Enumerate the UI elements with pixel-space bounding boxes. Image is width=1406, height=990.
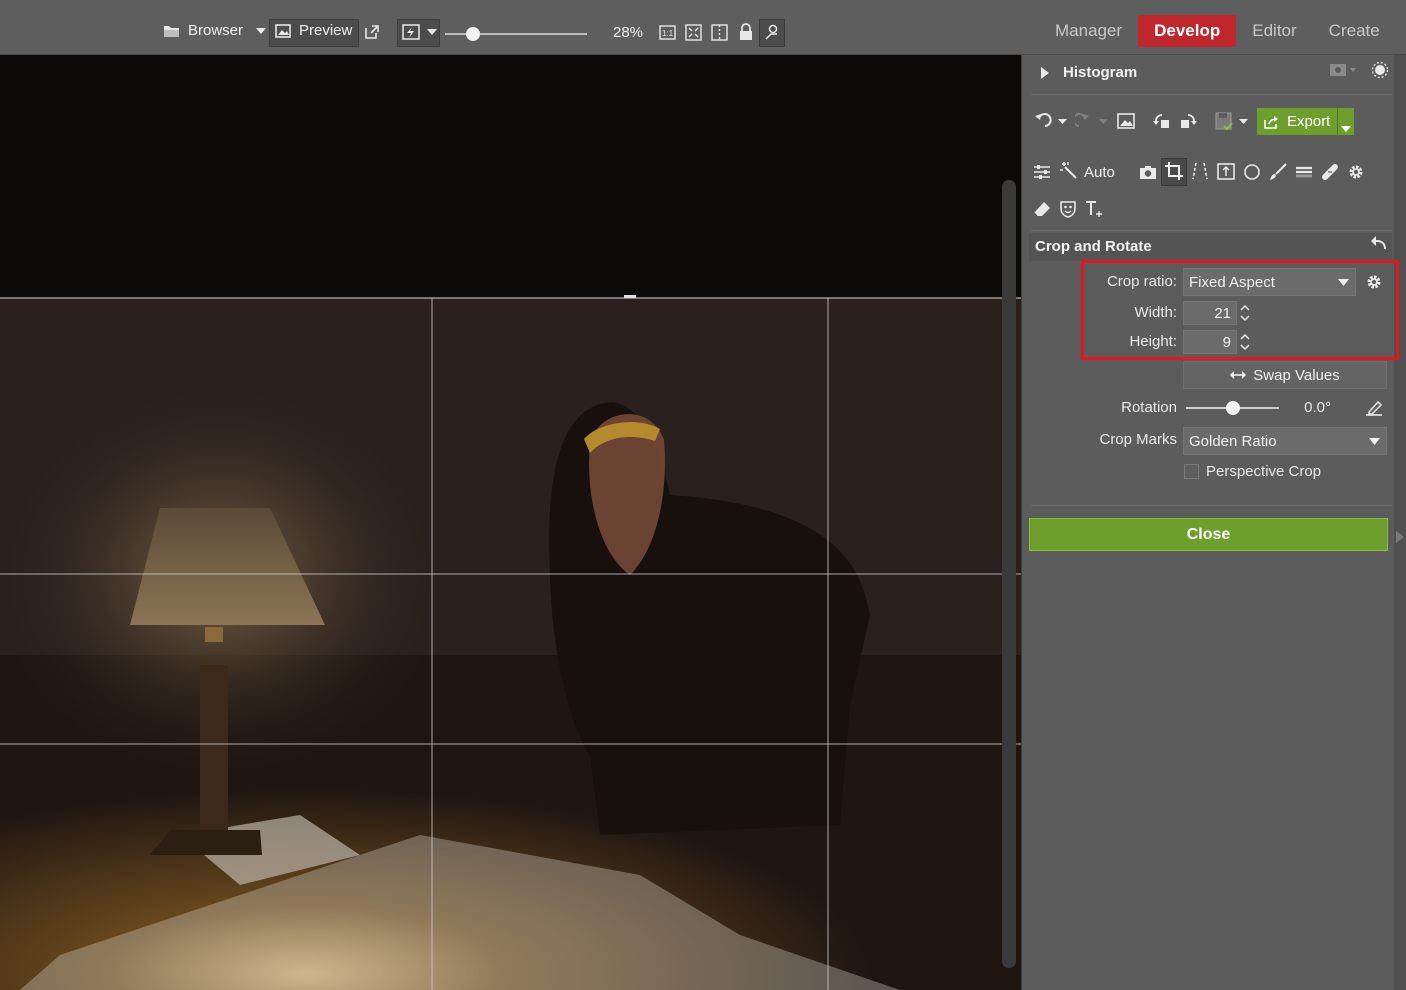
adjustments-icon[interactable] (1033, 164, 1051, 185)
crop-marks-select[interactable]: Golden Ratio (1183, 427, 1387, 455)
rotation-label: Rotation (1121, 399, 1177, 416)
export-button[interactable]: Export (1257, 108, 1354, 135)
photo-canvas (0, 55, 1021, 990)
chevron-down-icon (1369, 438, 1380, 445)
rotation-slider-handle[interactable] (1225, 401, 1240, 415)
divider (1031, 505, 1392, 506)
vertical-scrollbar[interactable] (1002, 180, 1016, 968)
histogram-title[interactable]: Histogram (1063, 64, 1137, 81)
export-label: Export (1287, 113, 1331, 130)
svg-text:1:1: 1:1 (662, 29, 674, 38)
bandage-icon[interactable] (1321, 163, 1339, 186)
fit-to-screen-icon[interactable] (685, 24, 702, 41)
flash-dropdown-icon[interactable] (427, 29, 437, 35)
flash-icon (402, 24, 420, 40)
divider (1031, 94, 1392, 95)
export-split-divider (1337, 108, 1338, 135)
camera-icon[interactable] (1139, 164, 1157, 185)
collapse-arrow-icon[interactable] (1041, 66, 1049, 84)
preview-label: Preview (299, 22, 353, 39)
perspective-crop-checkbox[interactable] (1184, 464, 1199, 479)
rotation-value: 0.0° (1304, 399, 1331, 416)
rotate-left-icon[interactable] (1153, 112, 1171, 135)
person-search-icon (764, 24, 781, 41)
rotate-right-icon[interactable] (1179, 112, 1197, 135)
lamp-neck (205, 627, 223, 642)
text-tool-icon[interactable] (1085, 200, 1103, 223)
crop-handle-top[interactable] (624, 295, 636, 298)
crop-marks-label: Crop Marks (1099, 431, 1177, 448)
eraser-icon[interactable] (1033, 201, 1051, 222)
compare-icon[interactable] (711, 24, 728, 41)
photo-viewer[interactable] (0, 55, 1021, 990)
folder-icon (163, 24, 180, 38)
external-window-icon[interactable] (364, 24, 380, 40)
crop-icon (1165, 162, 1183, 185)
highlight-box (1081, 260, 1399, 360)
close-button[interactable]: Close (1029, 518, 1388, 551)
swap-label: Swap Values (1253, 366, 1340, 384)
swap-arrows-icon (1230, 370, 1247, 380)
export-dropdown-icon[interactable] (1341, 119, 1351, 137)
swap-values-button[interactable]: Swap Values (1183, 361, 1387, 389)
browser-label: Browser (188, 22, 244, 39)
redo-icon[interactable] (1072, 113, 1111, 134)
tab-develop[interactable]: Develop (1138, 15, 1237, 47)
perspective-crop-label[interactable]: Perspective Crop (1206, 463, 1321, 480)
tab-editor[interactable]: Editor (1236, 15, 1312, 47)
sun-icon[interactable] (1371, 61, 1389, 84)
tab-manager[interactable]: Manager (1039, 15, 1138, 47)
histogram-view-icon[interactable] (1329, 63, 1357, 82)
mode-tabs: Manager Develop Editor Create (1039, 15, 1396, 47)
lens-correction-icon[interactable] (1217, 163, 1235, 185)
save-icon[interactable] (1215, 112, 1251, 137)
zoom-level: 28% (613, 24, 644, 41)
top-toolbar: Browser Preview 28% 1:1 Manager Develop (0, 0, 1406, 55)
lock-icon[interactable] (739, 23, 753, 41)
lamp-stem (200, 665, 228, 835)
panel-expand-arrow-icon[interactable] (1396, 530, 1404, 548)
zoom-1to1-icon[interactable]: 1:1 (659, 25, 676, 40)
crop-marks-value: Golden Ratio (1189, 432, 1277, 450)
divider (1031, 230, 1392, 231)
auto-label[interactable]: Auto (1084, 164, 1115, 181)
settings-gear-icon[interactable] (1347, 163, 1365, 186)
dimmed-crop-area (0, 55, 1021, 298)
export-icon (1263, 115, 1279, 129)
zoom-slider-handle[interactable] (466, 27, 481, 41)
gradient-filter-icon[interactable] (1295, 164, 1313, 185)
undo-icon[interactable] (1033, 113, 1071, 134)
mask-icon[interactable] (1059, 200, 1077, 223)
radial-filter-icon[interactable] (1243, 163, 1261, 186)
crop-section-title[interactable]: Crop and Rotate (1035, 238, 1152, 255)
browser-dropdown-icon[interactable] (256, 28, 266, 34)
tab-create[interactable]: Create (1313, 15, 1396, 47)
panel-scroll-strip[interactable] (1394, 55, 1406, 990)
auto-wand-icon[interactable] (1060, 162, 1078, 185)
brush-icon[interactable] (1269, 163, 1287, 186)
reset-section-icon[interactable] (1371, 236, 1387, 255)
image-icon (275, 23, 291, 38)
transform-icon[interactable] (1191, 162, 1209, 185)
browser-button[interactable]: Browser (163, 22, 243, 39)
straighten-tool-icon[interactable] (1365, 400, 1383, 421)
compare-image-icon[interactable] (1117, 113, 1135, 134)
